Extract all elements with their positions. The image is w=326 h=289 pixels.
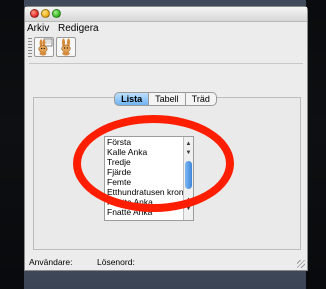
password-label: Lösenord:: [97, 257, 135, 267]
rabbit-notepad-button[interactable]: [34, 37, 54, 57]
tab-lista[interactable]: Lista: [114, 92, 150, 106]
tab-tabell[interactable]: Tabell: [148, 92, 186, 106]
user-label: Användare:: [29, 257, 73, 267]
toolbar-divider: [29, 63, 303, 64]
background-left: [0, 0, 24, 289]
title-bar: [25, 7, 307, 22]
rabbit-notepad-icon: [38, 38, 53, 56]
tab-bar: Lista Tabell Träd: [25, 89, 307, 106]
status-bar: Användare: Lösenord:: [25, 256, 307, 268]
tab-trad[interactable]: Träd: [184, 92, 217, 106]
minimize-window-button[interactable]: [41, 9, 50, 18]
toolbar-grip-handle[interactable]: [28, 38, 32, 58]
background-right: [306, 0, 326, 289]
rabbit-icon: [61, 38, 71, 56]
close-window-button[interactable]: [30, 9, 39, 18]
zoom-window-button[interactable]: [52, 9, 61, 18]
menu-redigera[interactable]: Redigera: [58, 23, 99, 34]
toolbar: [25, 35, 307, 61]
annotation-circle: [73, 115, 234, 212]
rabbit-button[interactable]: [56, 37, 76, 57]
menu-arkiv[interactable]: Arkiv: [27, 23, 49, 34]
menu-bar: Arkiv Redigera: [25, 22, 307, 35]
resize-grip[interactable]: [297, 260, 305, 268]
